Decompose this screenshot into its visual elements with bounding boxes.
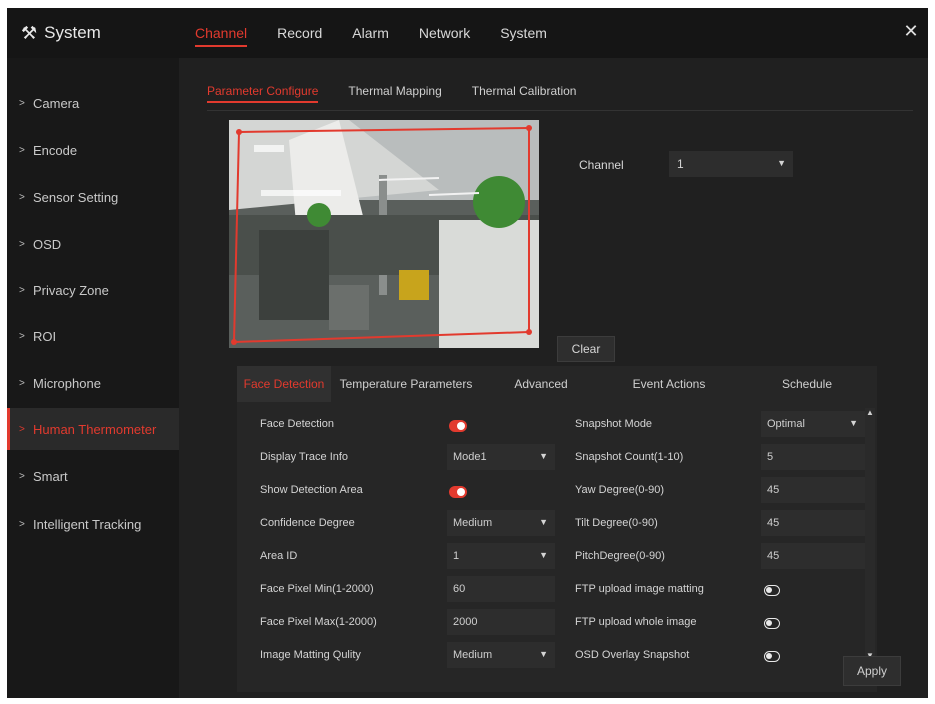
sidebar-item-camera[interactable]: > Camera bbox=[7, 82, 179, 124]
tab-thermal-calibration[interactable]: Thermal Calibration bbox=[472, 84, 577, 103]
sub-tabs: Parameter Configure Thermal Mapping Ther… bbox=[207, 84, 606, 103]
chevron-right-icon: > bbox=[19, 97, 25, 109]
yaw-input[interactable]: 45 bbox=[761, 477, 865, 503]
ftp-matting-toggle[interactable] bbox=[764, 585, 780, 596]
chevron-right-icon: > bbox=[19, 238, 25, 250]
nav-record[interactable]: Record bbox=[277, 19, 322, 47]
chevron-right-icon: > bbox=[19, 144, 25, 156]
form-scrollbar[interactable]: ▲ ▼ bbox=[865, 408, 875, 660]
confidence-select[interactable]: Medium ▼ bbox=[447, 510, 555, 536]
chevron-down-icon: ▼ bbox=[539, 517, 548, 527]
sidebar-item-intelligent-tracking[interactable]: > Intelligent Tracking bbox=[7, 503, 179, 545]
osd-overlay-toggle[interactable] bbox=[764, 651, 780, 662]
snapshot-count-label: Snapshot Count(1-10) bbox=[575, 451, 684, 463]
sidebar-item-smart[interactable]: > Smart bbox=[7, 455, 179, 497]
close-icon[interactable]: ✕ bbox=[900, 20, 922, 42]
chevron-right-icon: > bbox=[19, 518, 25, 530]
tab-event-actions[interactable]: Event Actions bbox=[601, 366, 737, 402]
chevron-down-icon: ▼ bbox=[539, 649, 548, 659]
channel-label: Channel bbox=[579, 158, 624, 172]
pixel-max-label: Face Pixel Max(1-2000) bbox=[260, 616, 377, 628]
snapshot-mode-select[interactable]: Optimal ▼ bbox=[761, 411, 865, 437]
tab-parameter-configure[interactable]: Parameter Configure bbox=[207, 84, 319, 103]
matting-quality-select[interactable]: Medium ▼ bbox=[447, 642, 555, 668]
ftp-whole-toggle[interactable] bbox=[764, 618, 780, 629]
chevron-down-icon: ▼ bbox=[849, 418, 858, 428]
osd-overlay-label: OSD Overlay Snapshot bbox=[575, 649, 690, 661]
clear-button[interactable]: Clear bbox=[557, 336, 615, 362]
tilt-input[interactable]: 45 bbox=[761, 510, 865, 536]
face-detection-label: Face Detection bbox=[260, 418, 334, 430]
tab-thermal-mapping[interactable]: Thermal Mapping bbox=[348, 84, 441, 103]
ftp-matting-label: FTP upload image matting bbox=[575, 583, 704, 595]
yaw-label: Yaw Degree(0-90) bbox=[575, 484, 665, 496]
channel-select[interactable]: 1 ▼ bbox=[669, 151, 793, 177]
confidence-label: Confidence Degree bbox=[260, 517, 355, 529]
app-title: System bbox=[44, 23, 101, 42]
nav-network[interactable]: Network bbox=[419, 19, 470, 47]
matting-quality-label: Image Matting Qulity bbox=[260, 649, 361, 661]
nav-alarm[interactable]: Alarm bbox=[352, 19, 389, 47]
top-bar: ⚒ System Channel Record Alarm Network Sy… bbox=[7, 8, 928, 58]
tab-schedule[interactable]: Schedule bbox=[737, 366, 877, 402]
scroll-up-icon[interactable]: ▲ bbox=[865, 408, 875, 417]
chevron-right-icon: > bbox=[19, 377, 25, 389]
top-nav: Channel Record Alarm Network System bbox=[195, 8, 577, 58]
pixel-min-input[interactable]: 60 bbox=[447, 576, 555, 602]
app-logo: ⚒ System bbox=[21, 20, 101, 46]
pixel-max-input[interactable]: 2000 bbox=[447, 609, 555, 635]
nav-system[interactable]: System bbox=[500, 19, 547, 47]
tilt-label: Tilt Degree(0-90) bbox=[575, 517, 658, 529]
show-area-toggle[interactable] bbox=[449, 486, 467, 498]
pitch-input[interactable]: 45 bbox=[761, 543, 865, 569]
pixel-min-label: Face Pixel Min(1-2000) bbox=[260, 583, 374, 595]
chevron-down-icon: ▼ bbox=[539, 550, 548, 560]
tools-icon: ⚒ bbox=[21, 22, 38, 43]
chevron-right-icon: > bbox=[19, 423, 25, 435]
camera-preview-image bbox=[229, 120, 539, 348]
ftp-whole-label: FTP upload whole image bbox=[575, 616, 697, 628]
chevron-right-icon: > bbox=[19, 470, 25, 482]
sidebar-item-osd[interactable]: > OSD bbox=[7, 223, 179, 265]
pitch-label: PitchDegree(0-90) bbox=[575, 550, 665, 562]
face-detection-toggle[interactable] bbox=[449, 420, 467, 432]
snapshot-count-input[interactable]: 5 bbox=[761, 444, 865, 470]
tab-divider bbox=[207, 110, 913, 111]
nav-channel[interactable]: Channel bbox=[195, 19, 248, 47]
detail-tabs: Face Detection Temperature Parameters Ad… bbox=[237, 366, 877, 402]
sidebar-item-microphone[interactable]: > Microphone bbox=[7, 362, 179, 404]
main-content: Parameter Configure Thermal Mapping Ther… bbox=[179, 58, 928, 698]
chevron-down-icon: ▼ bbox=[539, 451, 548, 461]
sidebar-item-privacy-zone[interactable]: > Privacy Zone bbox=[7, 269, 179, 311]
area-id-label: Area ID bbox=[260, 550, 298, 562]
chevron-right-icon: > bbox=[19, 191, 25, 203]
tab-temperature-parameters[interactable]: Temperature Parameters bbox=[331, 366, 481, 402]
chevron-right-icon: > bbox=[19, 284, 25, 296]
sidebar: > Camera > Encode > Sensor Setting > OSD > Pr… bbox=[7, 58, 179, 698]
chevron-right-icon: > bbox=[19, 330, 25, 342]
display-trace-label: Display Trace Info bbox=[260, 451, 349, 463]
sidebar-item-human-thermometer[interactable]: > Human Thermometer bbox=[7, 408, 179, 450]
sidebar-item-sensor-setting[interactable]: > Sensor Setting bbox=[7, 176, 179, 218]
camera-preview[interactable] bbox=[229, 120, 539, 348]
sidebar-item-roi[interactable]: > ROI bbox=[7, 315, 179, 357]
area-id-select[interactable]: 1 ▼ bbox=[447, 543, 555, 569]
tab-face-detection[interactable]: Face Detection bbox=[237, 366, 331, 402]
display-trace-select[interactable]: Mode1 ▼ bbox=[447, 444, 555, 470]
show-area-label: Show Detection Area bbox=[260, 484, 363, 496]
snapshot-mode-label: Snapshot Mode bbox=[575, 418, 653, 430]
sidebar-item-encode[interactable]: > Encode bbox=[7, 129, 179, 171]
chevron-down-icon: ▼ bbox=[777, 158, 786, 168]
app-window: ⚒ System Channel Record Alarm Network Sy… bbox=[7, 8, 928, 698]
tab-advanced[interactable]: Advanced bbox=[481, 366, 601, 402]
apply-button[interactable]: Apply bbox=[843, 656, 901, 686]
face-detection-form: Face Detection Display Trace Info Mode1 ▼… bbox=[237, 402, 877, 692]
